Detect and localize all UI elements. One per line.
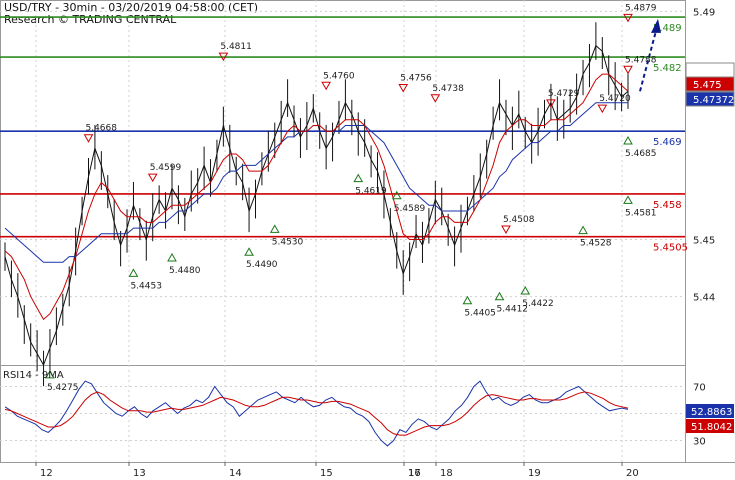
pivot-low-label: 5.4528 (580, 239, 612, 249)
pivot-low-label: 5.4589 (394, 204, 426, 214)
time-tick-label: 13 (133, 468, 146, 479)
rsi-tick-label: 30 (693, 437, 706, 448)
pivot-low-marker (520, 286, 531, 295)
level-lines: 5.4895.4825.4695.4585.4505 (0, 16, 688, 254)
pivot-low-label: 5.4275 (47, 383, 79, 393)
pivot-low-marker (623, 195, 633, 204)
grid-layer (0, 0, 735, 463)
pivot-low-label: 5.4581 (625, 208, 657, 218)
price-tick-label: 5.49 (693, 7, 715, 18)
pivot-low-label: 5.4405 (464, 309, 496, 319)
pivot-low-label: 5.4422 (522, 299, 554, 309)
pivot-markers: 5.4275 5.4668 5.4453 5.4599 5.4480 5.4811 5.44… (45, 3, 657, 393)
pivot-low-label: 5.4490 (246, 260, 278, 270)
support-level-label: 5.4505 (653, 243, 688, 254)
pivot-high-label: 5.4508 (503, 215, 535, 225)
pivot-high-label: 5.4879 (625, 3, 657, 13)
time-tick-label: 14 (229, 468, 242, 479)
support-level-label: 5.458 (653, 200, 682, 211)
rsi-current-tag-label: 52.8863 (691, 407, 732, 418)
pivot-high-label: 5.4756 (400, 74, 432, 84)
pivot-low-marker (462, 295, 473, 305)
pivot-low-label: 5.4453 (130, 281, 162, 291)
pivot-high-label: 5.4720 (599, 94, 631, 104)
resistance-level-label: 5.482 (653, 63, 682, 74)
price-tick-label: 5.45 (693, 236, 715, 247)
pivot-high-marker (83, 134, 94, 143)
current-price-tag-label: 5.475 (693, 80, 722, 91)
pivot-high-marker (623, 65, 633, 75)
pivot-low-label: 5.4530 (272, 237, 304, 247)
time-tick-label: 17 (408, 468, 421, 479)
current-price-tag-label: 5.476 (693, 66, 722, 77)
pivot-high-marker (597, 104, 608, 114)
rsi-tick-label: 70 (693, 383, 706, 394)
pivot-high-label: 5.4811 (220, 42, 252, 52)
pivot-high-label: 5.4738 (432, 84, 464, 94)
pivot-high-marker (430, 94, 441, 103)
pivot-high-label: 5.4760 (323, 71, 355, 81)
pivot-low-marker (623, 136, 633, 145)
time-tick-label: 12 (40, 468, 53, 479)
pivot-low-marker (244, 247, 254, 256)
pivot-high-marker (398, 84, 409, 93)
axes: 5.445.455.4912 13 14 15 1617 18 19 205.4765.475… (35, 7, 735, 479)
pivot-low-label: 5.4619 (355, 187, 387, 197)
pivot-high-marker (501, 225, 511, 234)
time-tick-label: 20 (626, 468, 639, 479)
pivot-level-label: 5.469 (653, 137, 682, 148)
pivot-low-marker (167, 252, 177, 262)
chart-canvas: 5.4895.4825.4695.4585.4505 5.42755.46685… (0, 0, 735, 479)
rsi-panel-title: RSI14 - 9MA (3, 370, 64, 381)
pivot-low-label: 5.4685 (625, 149, 657, 159)
price-panel-frame (0, 0, 686, 366)
pivot-low-marker (578, 225, 588, 235)
pivot-low-marker (128, 268, 139, 277)
series-layer (4, 18, 661, 447)
pivot-low-marker (353, 173, 364, 183)
pivot-high-label: 5.4788 (625, 55, 657, 65)
current-price-tag-label: 5.47372 (693, 95, 734, 106)
price-tick-label: 5.44 (693, 293, 715, 304)
rsi-ma-current-tag-label: 51.8042 (691, 422, 732, 433)
pivot-low-label: 5.4480 (169, 266, 201, 276)
pivot-high-label: 5.4668 (85, 124, 117, 134)
time-tick-label: 15 (320, 468, 333, 479)
pivot-high-marker (147, 173, 158, 183)
time-tick-label: 19 (528, 468, 541, 479)
pivot-high-marker (321, 81, 331, 91)
pivot-low-marker (391, 190, 402, 200)
rsi-panel-frame (0, 365, 686, 463)
pivot-high-label: 5.4599 (150, 163, 182, 173)
time-tick-label: 18 (440, 468, 453, 479)
pivot-high-label: 5.4729 (548, 89, 580, 99)
pivot-low-marker (269, 224, 280, 233)
